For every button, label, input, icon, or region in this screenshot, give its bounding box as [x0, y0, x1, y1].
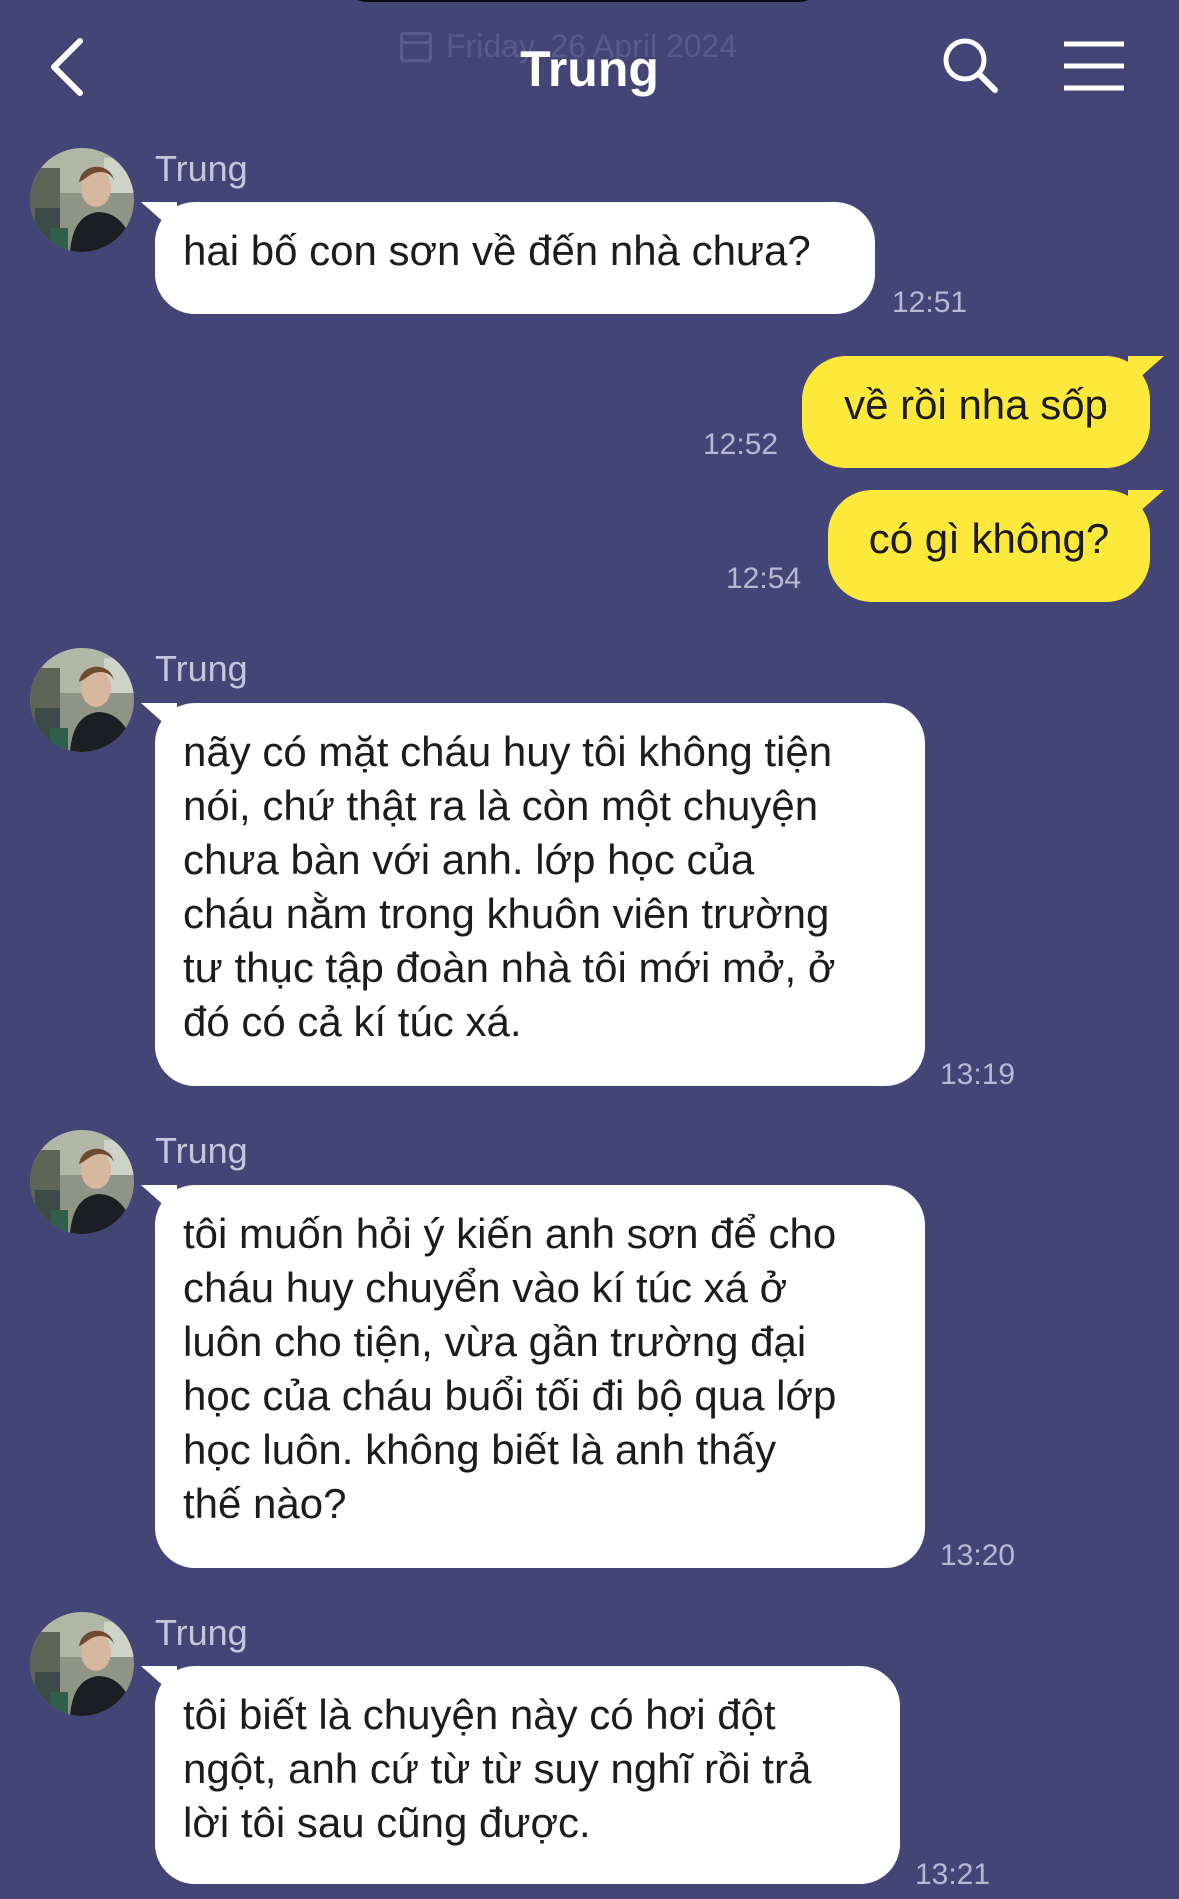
message-time: 12:52 [703, 428, 779, 461]
message-time: 12:54 [726, 562, 802, 595]
sender-name: Trung [155, 148, 248, 189]
avatar-photo [30, 648, 134, 752]
avatar[interactable] [30, 1130, 134, 1234]
message-bubble[interactable]: tôi muốn hỏi ý kiến anh sơn để cho cháu … [155, 1185, 925, 1568]
message-bubble[interactable]: hai bố con sơn về đến nhà chưa? [155, 202, 875, 314]
message-bubble-outgoing[interactable]: có gì không? [828, 490, 1150, 602]
message-time: 13:20 [940, 1539, 1016, 1572]
avatar-photo [30, 1612, 134, 1716]
message-time: 12:51 [892, 286, 968, 319]
sender-name: Trung [155, 648, 248, 689]
chat-header: Friday, 26 April 2024 Trung [0, 0, 1179, 135]
avatar-photo [30, 1130, 134, 1234]
message-time: 13:19 [940, 1058, 1016, 1091]
message-time: 13:21 [915, 1858, 991, 1891]
avatar[interactable] [30, 148, 134, 252]
chat-title: Trung [520, 41, 659, 97]
sender-name: Trung [155, 1130, 248, 1171]
message-bubble-outgoing[interactable]: về rồi nha sốp [802, 356, 1150, 468]
message-bubble[interactable]: nãy có mặt cháu huy tôi không tiện nói, … [155, 703, 925, 1086]
avatar[interactable] [30, 648, 134, 752]
sender-name: Trung [155, 1612, 248, 1653]
avatar[interactable] [30, 1612, 134, 1716]
avatar-photo [30, 148, 134, 252]
message-bubble[interactable]: tôi biết là chuyện này có hơi đột ngột, … [155, 1666, 900, 1884]
